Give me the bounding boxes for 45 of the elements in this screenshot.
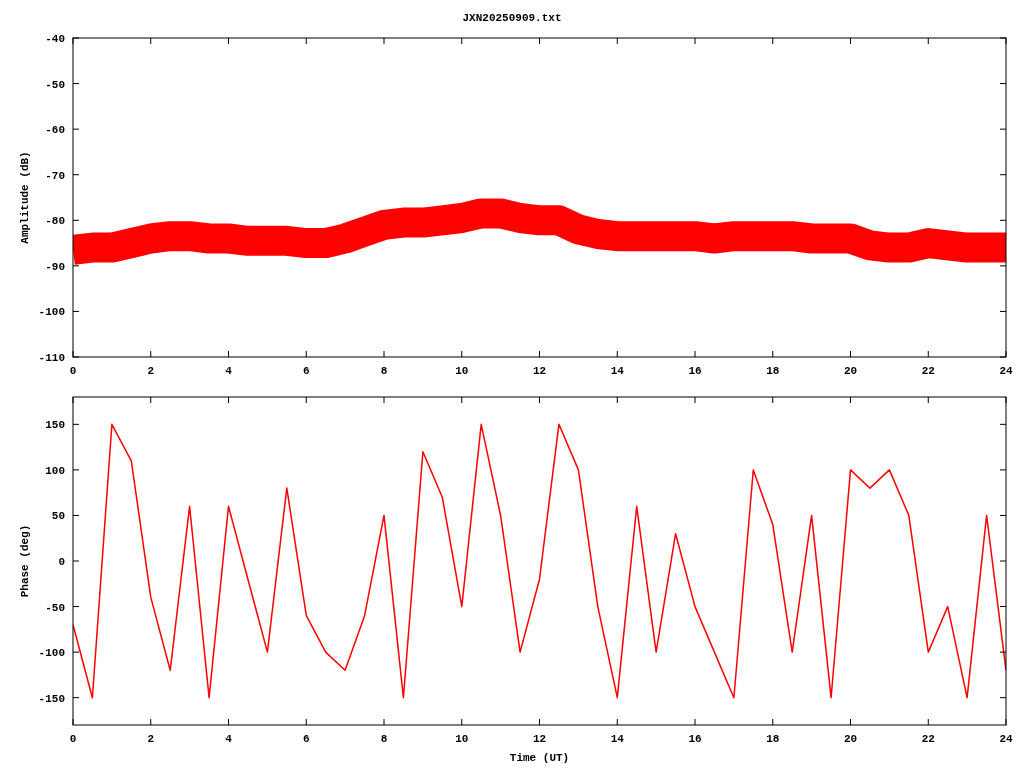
x-tick-label: 12 (532, 365, 547, 377)
y-tick-label: -50 (45, 78, 65, 91)
x-tick-label: 12 (532, 733, 547, 745)
x-tick-label: 0 (69, 365, 77, 377)
x-tick-label: 20 (843, 365, 858, 377)
x-tick-label: 18 (766, 365, 780, 377)
x-tick-label: 2 (147, 733, 155, 745)
x-tick-label: 10 (455, 365, 469, 377)
chart-title: JXN20250909.txt (462, 11, 562, 25)
x-tick-label: 10 (455, 733, 469, 745)
x-tick-label: 2 (147, 365, 155, 377)
y-tick-label: -60 (45, 124, 65, 137)
y-tick-label: -70 (45, 169, 65, 182)
x-tick-label: 14 (610, 733, 624, 745)
x-axis-label: Time (UT) (509, 752, 570, 764)
x-tick-label: 0 (69, 733, 77, 745)
y-tick-label: -90 (45, 260, 65, 273)
y-tick-label: -50 (45, 601, 65, 614)
x-tick-label: 6 (302, 365, 310, 377)
x-tick-label: 8 (380, 365, 388, 377)
x-tick-label: 6 (302, 733, 310, 745)
y-tick-label: 100 (45, 464, 65, 477)
y-axis-label: Amplitude (dB) (19, 151, 31, 244)
x-tick-label: 20 (843, 733, 858, 745)
y-tick-label: -40 (45, 33, 65, 45)
x-tick-label: 4 (225, 365, 232, 377)
x-tick-label: 16 (688, 365, 702, 377)
x-tick-label: 24 (999, 365, 1013, 377)
x-tick-label: 18 (766, 733, 780, 745)
y-tick-label: 50 (51, 510, 65, 523)
x-tick-label: 22 (921, 733, 935, 745)
x-tick-label: 16 (688, 733, 702, 745)
x-tick-label: 4 (225, 733, 232, 745)
y-tick-label: 0 (58, 556, 65, 568)
y-tick-label: -100 (38, 647, 65, 660)
x-tick-label: 8 (380, 733, 388, 745)
y-tick-label: -150 (38, 692, 65, 705)
y-tick-label: 150 (45, 419, 65, 432)
x-tick-label: 22 (921, 365, 935, 377)
y-axis-label: Phase (deg) (19, 524, 31, 598)
y-tick-label: -110 (38, 352, 65, 364)
x-tick-label: 24 (999, 733, 1013, 745)
y-tick-label: -100 (38, 306, 65, 319)
x-tick-label: 14 (610, 365, 624, 377)
y-tick-label: -80 (45, 215, 65, 228)
